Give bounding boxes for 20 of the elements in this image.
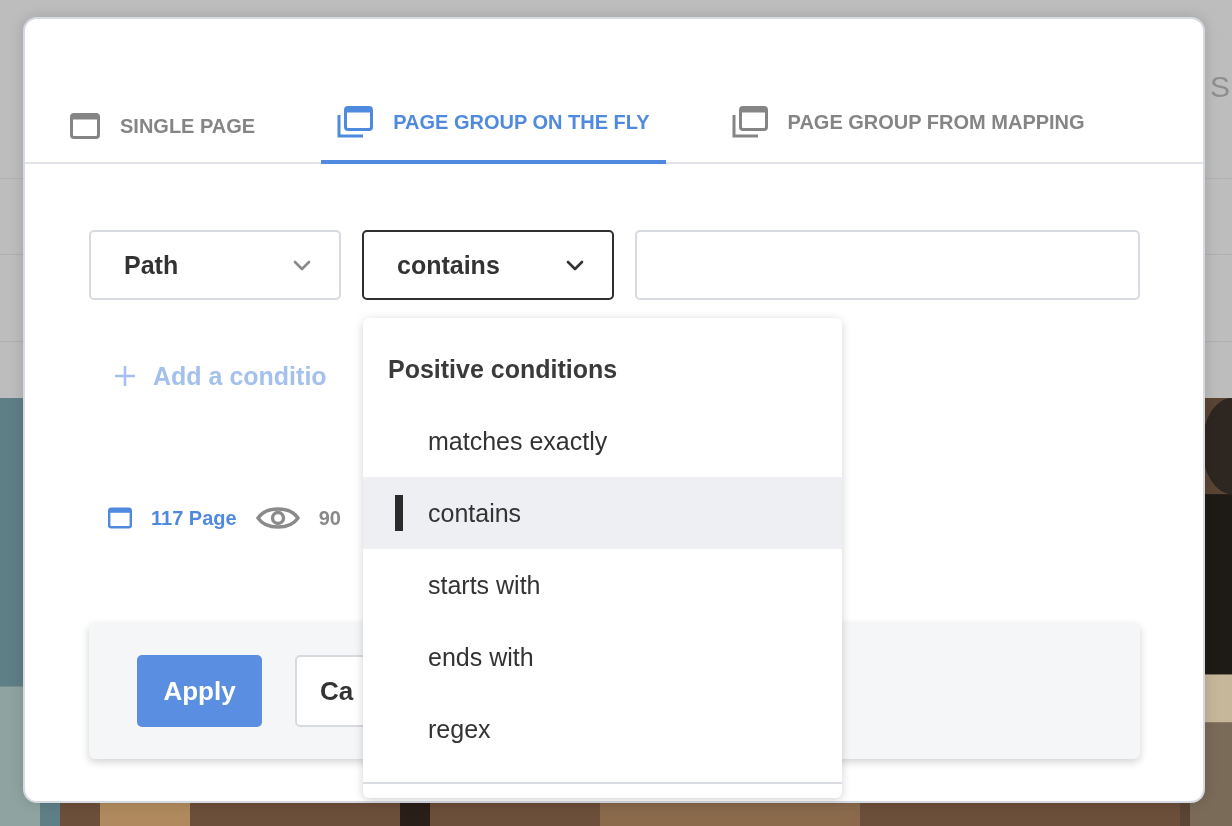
chevron-down-icon: [566, 259, 584, 271]
eye-icon: [255, 504, 300, 532]
plus-icon: [114, 365, 136, 387]
page-icon: [108, 507, 132, 529]
pages-icon: [337, 106, 374, 138]
menu-option[interactable]: starts with: [363, 549, 842, 621]
field-select[interactable]: Path: [89, 230, 341, 300]
menu-heading: Positive conditions: [387, 354, 618, 385]
view-count: 90: [318, 506, 341, 530]
chevron-down-icon: [293, 259, 311, 271]
tab[interactable]: PAGE GROUP FROM MAPPING: [715, 106, 1101, 164]
value-input[interactable]: [635, 230, 1140, 300]
page-count: 117 Page: [151, 506, 237, 530]
page-icon: [70, 113, 100, 139]
menu-option[interactable]: matches exactly: [363, 405, 842, 477]
selection-bar: [395, 495, 403, 531]
pages-icon: [731, 106, 768, 138]
menu-option[interactable]: contains: [363, 477, 842, 549]
operator-select[interactable]: contains: [362, 230, 614, 300]
tab[interactable]: SINGLE PAGE: [54, 113, 272, 164]
